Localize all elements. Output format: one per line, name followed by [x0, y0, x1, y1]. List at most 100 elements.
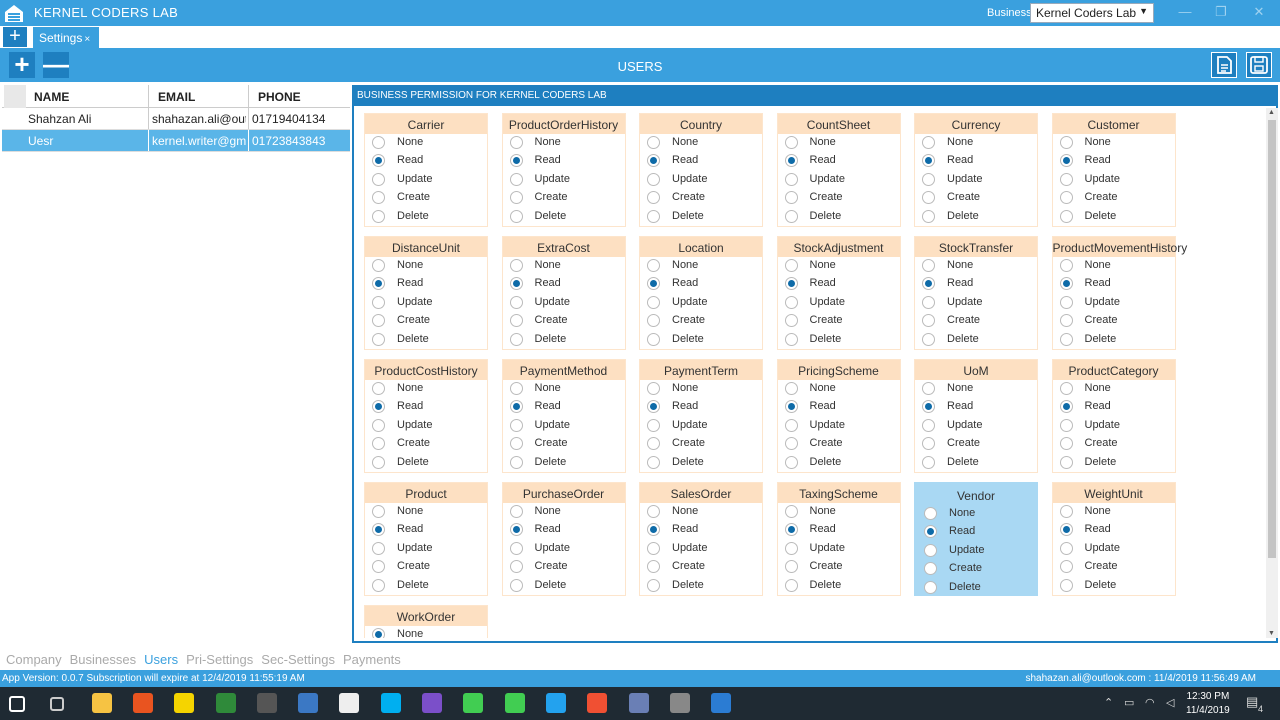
radio-icon[interactable]	[509, 295, 523, 309]
paint-icon[interactable]	[298, 693, 319, 713]
radio-option-delete[interactable]: Delete	[1053, 577, 1175, 595]
radio-option-none[interactable]: None	[365, 257, 487, 275]
radio-icon[interactable]	[784, 541, 798, 555]
edge-icon[interactable]	[215, 693, 236, 713]
radio-option-create[interactable]: Create	[365, 435, 487, 453]
radio-icon[interactable]	[647, 455, 660, 469]
bottom-tab-sec-settings[interactable]: Sec-Settings	[261, 652, 335, 667]
radio-option-read[interactable]: Read	[640, 275, 762, 293]
radio-icon[interactable]	[784, 295, 798, 309]
table-row[interactable]: Shahzan Ali shahazan.ali@outlook.com 017…	[2, 108, 350, 130]
radio-option-create[interactable]: Create	[365, 312, 487, 330]
radio-option-read[interactable]: Read	[365, 152, 487, 170]
radio-option-read[interactable]: Read	[503, 521, 625, 539]
radio-icon[interactable]	[647, 382, 660, 395]
radio-icon[interactable]	[922, 382, 935, 395]
radio-option-update[interactable]: Update	[640, 171, 762, 189]
radio-option-delete[interactable]: Delete	[778, 331, 900, 349]
radio-icon[interactable]	[1059, 209, 1073, 223]
radio-option-create[interactable]: Create	[365, 558, 487, 576]
radio-option-none[interactable]: None	[915, 134, 1037, 152]
radio-option-read[interactable]: Read	[1053, 398, 1175, 416]
radio-option-update[interactable]: Update	[1053, 171, 1175, 189]
radio-icon[interactable]	[1059, 578, 1073, 592]
visual-studio-icon[interactable]	[422, 693, 442, 713]
radio-option-none[interactable]: None	[640, 503, 762, 521]
radio-icon[interactable]	[784, 578, 798, 592]
radio-icon[interactable]	[372, 523, 385, 537]
radio-icon[interactable]	[647, 523, 660, 537]
radio-icon[interactable]	[372, 277, 385, 291]
radio-option-none[interactable]: None	[778, 257, 900, 275]
radio-option-update[interactable]: Update	[503, 171, 625, 189]
radio-option-delete[interactable]: Delete	[778, 454, 900, 472]
radio-icon[interactable]	[509, 382, 523, 395]
task-view-icon[interactable]	[50, 697, 65, 711]
radio-icon[interactable]	[784, 437, 798, 451]
radio-icon[interactable]	[1059, 136, 1073, 149]
radio-icon[interactable]	[509, 400, 523, 414]
radio-icon[interactable]	[372, 332, 385, 346]
radio-option-create[interactable]: Create	[365, 189, 487, 207]
radio-icon[interactable]	[372, 259, 385, 272]
radio-icon[interactable]	[1059, 332, 1073, 346]
radio-icon[interactable]	[924, 507, 937, 520]
radio-icon[interactable]	[509, 437, 523, 451]
radio-option-none[interactable]: None	[503, 134, 625, 152]
radio-icon[interactable]	[1059, 314, 1073, 328]
radio-option-update[interactable]: Update	[915, 171, 1037, 189]
radio-icon[interactable]	[784, 382, 798, 395]
radio-icon[interactable]	[1059, 541, 1073, 555]
radio-option-update[interactable]: Update	[365, 417, 487, 435]
radio-icon[interactable]	[372, 437, 385, 451]
radio-icon[interactable]	[509, 578, 523, 592]
radio-option-create[interactable]: Create	[503, 189, 625, 207]
radio-icon[interactable]	[372, 172, 385, 186]
mail-icon[interactable]	[339, 693, 360, 713]
radio-option-delete[interactable]: Delete	[640, 208, 762, 226]
radio-icon[interactable]	[372, 209, 385, 223]
radio-option-update[interactable]: Update	[365, 171, 487, 189]
radio-icon[interactable]	[509, 259, 523, 272]
radio-option-update[interactable]: Update	[503, 417, 625, 435]
radio-option-delete[interactable]: Delete	[365, 331, 487, 349]
radio-option-none[interactable]: None	[640, 380, 762, 398]
radio-option-none[interactable]: None	[1053, 134, 1175, 152]
radio-icon[interactable]	[647, 259, 660, 272]
radio-icon[interactable]	[924, 525, 937, 539]
column-header-name[interactable]: NAME	[34, 90, 69, 104]
radio-icon[interactable]	[509, 560, 523, 574]
radio-icon[interactable]	[647, 136, 660, 149]
radio-option-read[interactable]: Read	[365, 521, 487, 539]
radio-option-read[interactable]: Read	[915, 275, 1037, 293]
radio-option-delete[interactable]: Delete	[640, 331, 762, 349]
radio-icon[interactable]	[509, 209, 523, 223]
radio-option-none[interactable]: None	[917, 505, 1035, 523]
chevron-up-icon[interactable]: ⌃	[1104, 696, 1113, 709]
radio-option-delete[interactable]: Delete	[365, 208, 487, 226]
radio-option-read[interactable]: Read	[778, 152, 900, 170]
radio-icon[interactable]	[647, 560, 660, 574]
radio-icon[interactable]	[509, 314, 523, 328]
radio-option-none[interactable]: None	[640, 257, 762, 275]
radio-option-update[interactable]: Update	[1053, 417, 1175, 435]
radio-icon[interactable]	[784, 332, 798, 346]
radio-option-update[interactable]: Update	[778, 294, 900, 312]
radio-icon[interactable]	[372, 191, 385, 205]
radio-icon[interactable]	[1059, 382, 1073, 395]
radio-option-update[interactable]: Update	[640, 417, 762, 435]
business-select[interactable]: Kernel Coders Lab ▼	[1030, 3, 1154, 23]
app-icon[interactable]	[711, 693, 732, 713]
radio-option-read[interactable]: Read	[365, 275, 487, 293]
radio-icon[interactable]	[372, 154, 385, 168]
radio-icon[interactable]	[372, 560, 385, 574]
bottom-tab-pri-settings[interactable]: Pri-Settings	[186, 652, 253, 667]
radio-icon[interactable]	[647, 505, 660, 518]
radio-icon[interactable]	[784, 455, 798, 469]
radio-option-delete[interactable]: Delete	[915, 454, 1037, 472]
windows-start-icon[interactable]	[9, 696, 25, 712]
radio-option-create[interactable]: Create	[915, 189, 1037, 207]
radio-icon[interactable]	[784, 418, 798, 432]
qt-creator-icon[interactable]	[504, 693, 525, 713]
radio-icon[interactable]	[372, 541, 385, 555]
